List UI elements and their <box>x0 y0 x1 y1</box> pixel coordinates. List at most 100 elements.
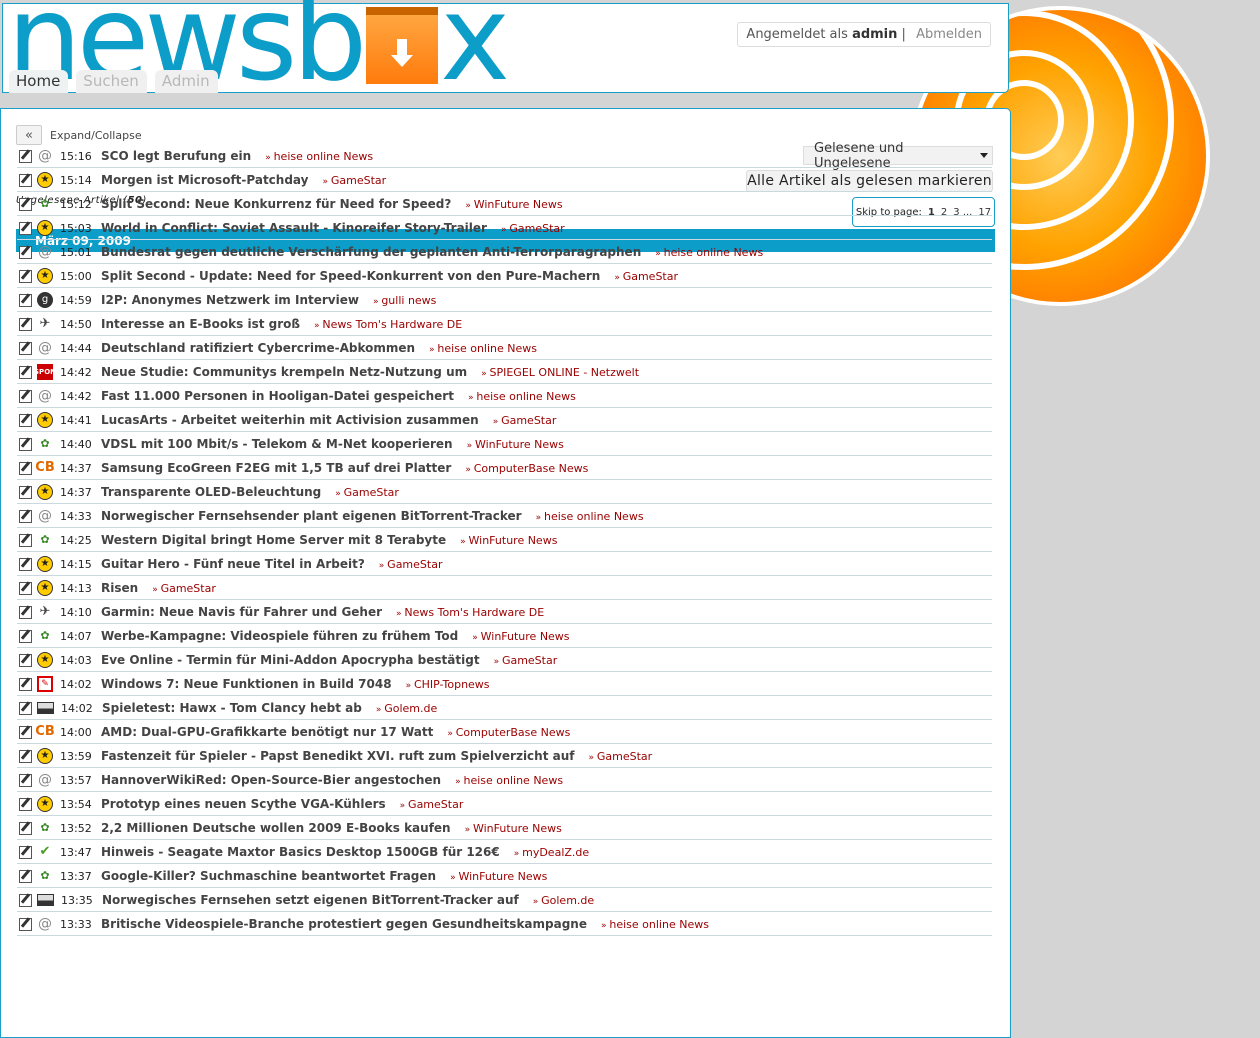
article-row[interactable]: ✔ 13:47 Hinweis - Seagate Maxtor Basics De… <box>17 841 992 864</box>
article-source-link[interactable]: heise online News <box>601 918 709 931</box>
article-row[interactable]: ✎ 14:02 Windows 7: Neue Funktionen in Buil… <box>17 673 992 696</box>
article-title[interactable]: Norwegisches Fernsehen setzt eigenen Bit… <box>102 893 519 907</box>
mark-read-icon[interactable] <box>19 341 32 355</box>
article-title[interactable]: Eve Online - Termin für Mini-Addon Apocr… <box>101 653 480 667</box>
article-row[interactable]: @13:57 HannoverWikiRed: Open-Source-Bier … <box>17 769 992 792</box>
nav-tab-suchen[interactable]: Suchen <box>76 70 147 93</box>
article-source-link[interactable]: GameStar <box>588 750 652 763</box>
article-source-link[interactable]: heise online News <box>536 510 644 523</box>
expand-collapse-icon[interactable]: « <box>16 125 42 145</box>
article-title[interactable]: Fast 11.000 Personen in Hooligan-Datei g… <box>101 389 454 403</box>
article-title[interactable]: Split Second - Update: Need for Speed-Ko… <box>101 269 600 283</box>
article-row[interactable]: @13:33 Britische Videospiele-Branche prot… <box>17 913 992 936</box>
mark-read-icon[interactable] <box>19 197 32 211</box>
expand-collapse-label[interactable]: Expand/Collapse <box>50 129 142 142</box>
article-title[interactable]: Britische Videospiele-Branche protestier… <box>101 917 587 931</box>
mark-read-icon[interactable] <box>19 173 32 187</box>
article-row[interactable]: g 14:59 I2P: Anonymes Netzwerk im Intervie… <box>17 289 992 312</box>
mark-read-icon[interactable] <box>19 389 32 403</box>
article-source-link[interactable]: WinFuture News <box>450 870 547 883</box>
article-title[interactable]: Norwegischer Fernsehsender plant eigenen… <box>101 509 522 523</box>
article-row[interactable]: ✿ 14:07 Werbe-Kampagne: Videospiele führen… <box>17 625 992 648</box>
article-source-link[interactable]: WinFuture News <box>472 630 570 643</box>
article-row[interactable]: @14:44 Deutschland ratifiziert Cybercrime… <box>17 337 992 360</box>
article-source-link[interactable]: GameStar <box>400 798 463 811</box>
article-row[interactable]: ★ 13:59 Fastenzeit für Spieler - Papst Ben… <box>17 745 992 768</box>
article-source-link[interactable]: heise online News <box>265 150 374 163</box>
article-row[interactable]: ★ 14:03 Eve Online - Termin für Mini-Addon… <box>17 649 992 672</box>
article-source-link[interactable]: Golem.de <box>376 702 437 715</box>
article-title[interactable]: Bundesrat gegen deutliche Verschärfung d… <box>101 245 641 259</box>
article-row[interactable]: ✿ 13:37 Google-Killer? Suchmaschine beantw… <box>17 865 992 888</box>
article-row[interactable]: ✿ 14:25 Western Digital bringt Home Server… <box>17 529 992 552</box>
nav-tab-admin[interactable]: Admin <box>154 70 218 93</box>
article-row[interactable]: SPON 14:42 Neue Studie: Communitys krempel… <box>17 361 992 384</box>
article-title[interactable]: Western Digital bringt Home Server mit 8… <box>101 533 446 547</box>
article-title[interactable]: Transparente OLED-Beleuchtung <box>101 485 321 499</box>
article-row[interactable]: ★ 14:37 Transparente OLED-Beleuchtung GameS… <box>17 481 992 504</box>
mark-read-icon[interactable] <box>19 245 32 259</box>
mark-read-icon[interactable] <box>19 437 32 451</box>
mark-read-icon[interactable] <box>19 413 32 427</box>
article-title[interactable]: LucasArts - Arbeitet weiterhin mit Activ… <box>101 413 479 427</box>
article-title[interactable]: HannoverWikiRed: Open-Source-Bier angest… <box>101 773 441 787</box>
article-title[interactable]: Spieletest: Hawx - Tom Clancy hebt ab <box>102 701 362 715</box>
article-row[interactable]: ✿ 15:12 Split Second: Neue Konkurrenz für … <box>17 193 992 216</box>
mark-read-icon[interactable] <box>19 365 32 379</box>
mark-read-icon[interactable] <box>19 557 32 571</box>
article-source-link[interactable]: GameStar <box>614 270 678 283</box>
article-source-link[interactable]: GameStar <box>379 558 442 571</box>
article-row[interactable]: ✿ 14:40 VDSL mit 100 Mbit/s - Telekom & M-… <box>17 433 992 456</box>
article-title[interactable]: Hinweis - Seagate Maxtor Basics Desktop … <box>101 845 500 859</box>
article-row[interactable]: CB 14:37 Samsung EcoGreen F2EG mit 1,5 TB … <box>17 457 992 480</box>
article-title[interactable]: Garmin: Neue Navis für Fahrer und Geher <box>101 605 382 619</box>
mark-read-icon[interactable] <box>19 845 32 859</box>
nav-tab-home[interactable]: Home <box>9 70 69 93</box>
article-source-link[interactable]: News Tom's Hardware DE <box>314 318 462 331</box>
mark-read-icon[interactable] <box>19 773 32 787</box>
mark-read-icon[interactable] <box>19 581 32 595</box>
article-source-link[interactable]: heise online News <box>655 246 764 259</box>
mark-read-icon[interactable] <box>19 701 32 715</box>
article-row[interactable]: ✈ 14:10 Garmin: Neue Navis für Fahrer und … <box>17 601 992 624</box>
mark-read-icon[interactable] <box>19 677 32 691</box>
article-source-link[interactable]: heise online News <box>468 390 576 403</box>
article-title[interactable]: Windows 7: Neue Funktionen in Build 7048 <box>101 677 392 691</box>
mark-read-icon[interactable] <box>19 533 32 547</box>
article-source-link[interactable]: ComputerBase News <box>447 726 571 739</box>
article-source-link[interactable]: SPIEGEL ONLINE - Netzwelt <box>481 366 640 379</box>
article-title[interactable]: Google-Killer? Suchmaschine beantwortet … <box>101 869 436 883</box>
article-source-link[interactable]: WinFuture News <box>465 198 563 211</box>
article-row[interactable]: ✈ 14:50 Interesse an E-Books ist groß News … <box>17 313 992 336</box>
mark-read-icon[interactable] <box>19 797 32 811</box>
mark-read-icon[interactable] <box>19 149 32 163</box>
mark-read-icon[interactable] <box>19 293 32 307</box>
mark-read-icon[interactable] <box>19 485 32 499</box>
mark-read-icon[interactable] <box>19 869 32 883</box>
article-source-link[interactable]: WinFuture News <box>467 438 564 451</box>
article-source-link[interactable]: WinFuture News <box>465 822 562 835</box>
article-source-link[interactable]: gulli news <box>373 294 436 307</box>
article-row[interactable]: 14:02 Spieletest: Hawx - Tom Clancy hebt … <box>17 697 992 720</box>
article-source-link[interactable]: Golem.de <box>533 894 594 907</box>
article-source-link[interactable]: myDealZ.de <box>514 846 589 859</box>
article-title[interactable]: Split Second: Neue Konkurrenz für Need f… <box>101 197 451 211</box>
article-row[interactable]: ★ 15:00 Split Second - Update: Need for Sp… <box>17 265 992 288</box>
article-title[interactable]: VDSL mit 100 Mbit/s - Telekom & M-Net ko… <box>101 437 453 451</box>
mark-read-icon[interactable] <box>19 821 32 835</box>
mark-read-icon[interactable] <box>19 605 32 619</box>
article-title[interactable]: Prototyp eines neuen Scythe VGA-Kühlers <box>101 797 386 811</box>
article-source-link[interactable]: WinFuture News <box>460 534 558 547</box>
article-title[interactable]: Guitar Hero - Fünf neue Titel in Arbeit? <box>101 557 365 571</box>
article-row[interactable]: ★ 15:03 World in Conflict: Soviet Assault … <box>17 217 992 240</box>
article-title[interactable]: Interesse an E-Books ist groß <box>101 317 300 331</box>
article-row[interactable]: @14:33 Norwegischer Fernsehsender plant e… <box>17 505 992 528</box>
article-source-link[interactable]: GameStar <box>152 582 216 595</box>
article-source-link[interactable]: ComputerBase News <box>465 462 589 475</box>
article-title[interactable]: Neue Studie: Communitys krempeln Netz-Nu… <box>101 365 467 379</box>
article-title[interactable]: AMD: Dual-GPU-Grafikkarte benötigt nur 1… <box>101 725 433 739</box>
article-title[interactable]: Werbe-Kampagne: Videospiele führen zu fr… <box>101 629 458 643</box>
mark-read-icon[interactable] <box>19 917 32 931</box>
mark-read-icon[interactable] <box>19 629 32 643</box>
mark-read-icon[interactable] <box>19 653 32 667</box>
